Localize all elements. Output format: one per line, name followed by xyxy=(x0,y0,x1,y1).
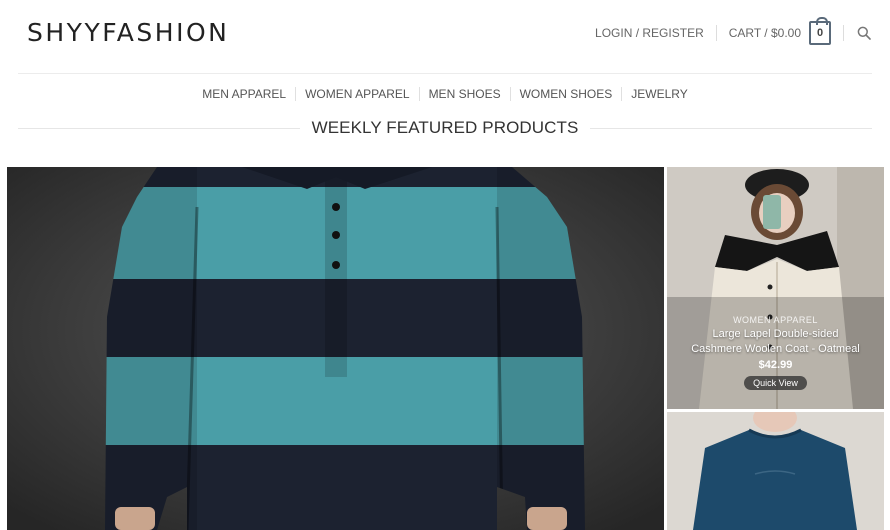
product-image-navy-tee xyxy=(667,412,884,530)
product-name-line1[interactable]: Large Lapel Double-sided xyxy=(667,327,884,342)
search-icon[interactable] xyxy=(856,25,872,41)
heading-rule-right xyxy=(590,127,873,129)
product-card-cashmere-coat[interactable]: WOMEN APPAREL Large Lapel Double-sided C… xyxy=(667,167,884,409)
product-overlay: WOMEN APPAREL Large Lapel Double-sided C… xyxy=(667,315,884,391)
nav-item-men-apparel[interactable]: MEN APPAREL xyxy=(193,87,295,101)
nav-item-men-shoes[interactable]: MEN SHOES xyxy=(420,87,510,101)
section-heading: WEEKLY FEATURED PRODUCTS xyxy=(18,116,873,140)
product-image-striped-polo xyxy=(7,167,664,530)
site-header: SHYYFASHION LOGIN / REGISTER CART / $0.0… xyxy=(0,0,890,70)
cart-link[interactable]: CART / $0.00 xyxy=(729,26,801,40)
nav-item-jewelry[interactable]: JEWELRY xyxy=(622,87,696,101)
heading-rule-left xyxy=(18,127,300,129)
product-card-navy-tee[interactable] xyxy=(667,412,884,530)
product-price: $42.99 xyxy=(758,359,793,371)
cart-count-badge[interactable]: 0 xyxy=(809,17,831,45)
header-divider xyxy=(715,25,717,41)
product-card-striped-polo[interactable] xyxy=(7,167,664,530)
header-divider-line xyxy=(18,73,872,74)
main-nav: MEN APPAREL WOMEN APPAREL MEN SHOES WOME… xyxy=(0,85,890,103)
quick-view-button[interactable]: Quick View xyxy=(744,376,807,390)
product-category[interactable]: WOMEN APPAREL xyxy=(667,315,884,325)
header-account-area: LOGIN / REGISTER CART / $0.00 0 xyxy=(595,17,872,46)
login-register-link[interactable]: LOGIN / REGISTER xyxy=(595,26,704,40)
product-name-line2[interactable]: Cashmere Woolen Coat - Oatmeal xyxy=(667,342,884,357)
site-logo[interactable]: SHYYFASHION xyxy=(27,18,229,48)
featured-products-grid: WOMEN APPAREL Large Lapel Double-sided C… xyxy=(7,167,884,530)
header-divider xyxy=(843,25,844,41)
section-title: WEEKLY FEATURED PRODUCTS xyxy=(311,118,579,137)
nav-item-women-apparel[interactable]: WOMEN APPAREL xyxy=(296,87,418,101)
nav-item-women-shoes[interactable]: WOMEN SHOES xyxy=(511,87,622,101)
